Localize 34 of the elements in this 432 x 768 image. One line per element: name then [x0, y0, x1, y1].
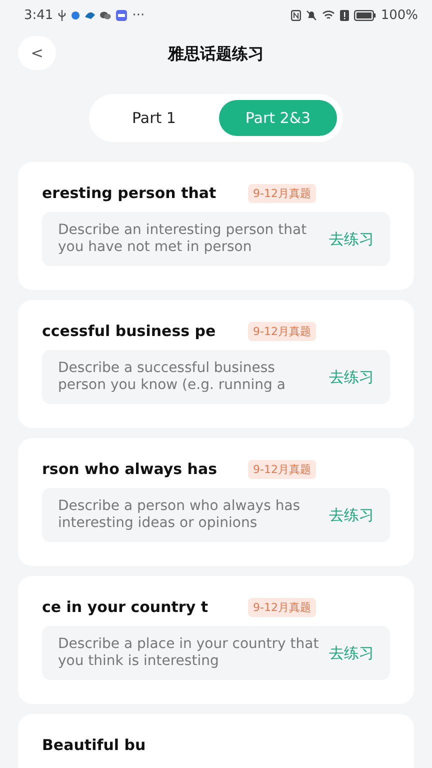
- topic-title: eresting person that: [42, 184, 218, 202]
- more-notifications: ···: [132, 8, 145, 22]
- back-button[interactable]: <: [18, 36, 56, 70]
- page-title: 雅思话题练习: [168, 44, 264, 64]
- battery-icon: [354, 10, 376, 20]
- topic-title: rson who always has: [42, 460, 218, 478]
- usb-icon: [58, 10, 66, 20]
- status-time: 3:41: [24, 8, 54, 22]
- alert-icon: [340, 10, 349, 20]
- topic-title: Beautiful bu: [42, 736, 147, 754]
- topic-card[interactable]: eresting person that 9-12月真题 Describe an interesting person that you have not met in person 去练习: [18, 162, 414, 290]
- part-tab[interactable]: Part 1: [95, 100, 213, 136]
- battery-percent: 100%: [380, 8, 418, 22]
- exam-tag: 9-12月真题: [248, 598, 316, 616]
- app-icon: [85, 11, 96, 19]
- app-icon: [71, 10, 80, 20]
- topic-card[interactable]: rson who always has 9-12月真题 Describe a person who always has interesting ideas or opinions 去练习: [18, 438, 414, 566]
- nfc-icon: [290, 10, 301, 20]
- topic-title: ccessful business pe: [42, 322, 217, 340]
- chat-icon: [100, 10, 112, 20]
- topic-title: ce in your country t: [42, 598, 210, 616]
- topic-description: Describe a person who always has interesting ideas or opinions: [58, 498, 302, 532]
- app-icon: [116, 10, 128, 20]
- topic-card[interactable]: ce in your country t 9-12月真题 Describe a place in your country that you think is interesting 去练习: [18, 576, 414, 704]
- wifi-icon: [322, 10, 335, 20]
- mute-icon: [306, 10, 317, 20]
- topic-description: Describe an interesting person that you have not met in person: [58, 222, 308, 256]
- topic-description: Describe a successful business person you know (e.g. running a: [58, 360, 286, 394]
- topic-description: Describe a place in your country that you think is interesting: [58, 636, 320, 670]
- exam-tag: 9-12月真题: [248, 460, 316, 478]
- exam-tag: 9-12月真题: [248, 184, 316, 202]
- exam-tag: 9-12月真题: [248, 322, 316, 340]
- topic-card[interactable]: ccessful business pe 9-12月真题 Describe a successful business person you know (e.g. running a 去练习: [18, 300, 414, 428]
- topic-card[interactable]: Beautiful bu: [18, 714, 414, 768]
